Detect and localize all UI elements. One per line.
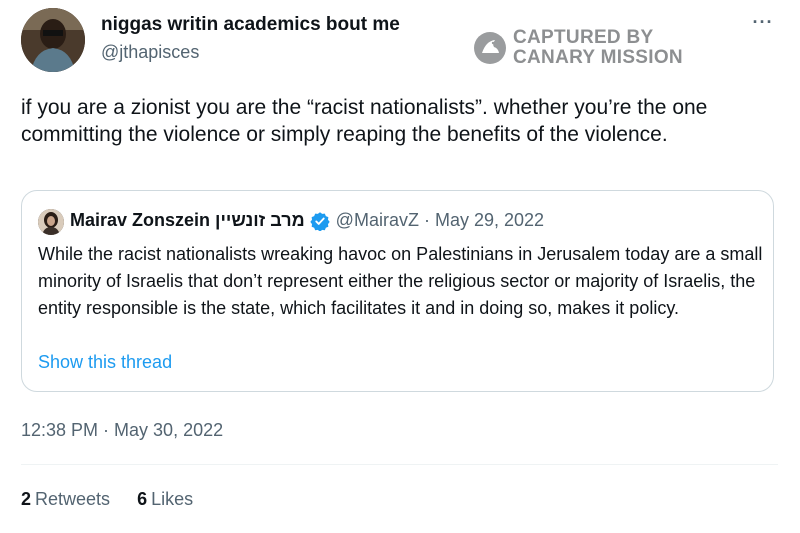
quoted-author-name[interactable]: Mairav Zonszein מרב זונשיין xyxy=(70,210,305,231)
divider xyxy=(21,464,778,465)
show-thread-link[interactable]: Show this thread xyxy=(38,352,172,373)
author-display-name[interactable]: niggas writin academics bout me xyxy=(101,14,400,36)
quoted-tweet-date[interactable]: May 29, 2022 xyxy=(435,210,544,231)
quoted-author-handle[interactable]: @MairavZ xyxy=(336,210,419,231)
watermark-line-1: CAPTURED BY xyxy=(513,27,654,48)
likes-stat[interactable]: 6 Likes xyxy=(137,489,193,510)
quoted-tweet-card[interactable]: Mairav Zonszein מרב זונשיין @MairavZ · M… xyxy=(21,190,774,392)
quoted-tweet-text: While the racist nationalists wreaking h… xyxy=(38,244,763,318)
more-options-button[interactable]: ··· xyxy=(748,10,778,40)
meta-separator: · xyxy=(423,210,430,230)
tweet-text: if you are a zionist you are the “racist… xyxy=(21,96,708,146)
tweet-timestamp[interactable]: 12:38 PM · May 30, 2022 xyxy=(21,420,223,441)
canary-mission-watermark: CAPTURED BY CANARY MISSION xyxy=(473,27,703,71)
author-avatar[interactable] xyxy=(21,8,85,72)
retweets-count: 2 xyxy=(21,489,32,509)
watermark-text: CAPTURED BY CANARY MISSION xyxy=(513,28,683,68)
quoted-author-avatar[interactable] xyxy=(38,209,64,235)
likes-count: 6 xyxy=(137,489,148,509)
likes-label: Likes xyxy=(151,489,194,509)
watermark-line-2: CANARY MISSION xyxy=(513,47,683,68)
author-handle[interactable]: @jthapisces xyxy=(101,42,199,63)
retweets-stat[interactable]: 2 Retweets xyxy=(21,489,110,510)
engagement-stats: 2 Retweets 6 Likes xyxy=(21,489,215,510)
quoted-tweet-header: Mairav Zonszein מרב זונשיין @MairavZ · M… xyxy=(70,210,544,231)
verified-badge-icon xyxy=(310,211,330,231)
retweets-label: Retweets xyxy=(35,489,111,509)
canary-logo-icon xyxy=(474,32,506,64)
